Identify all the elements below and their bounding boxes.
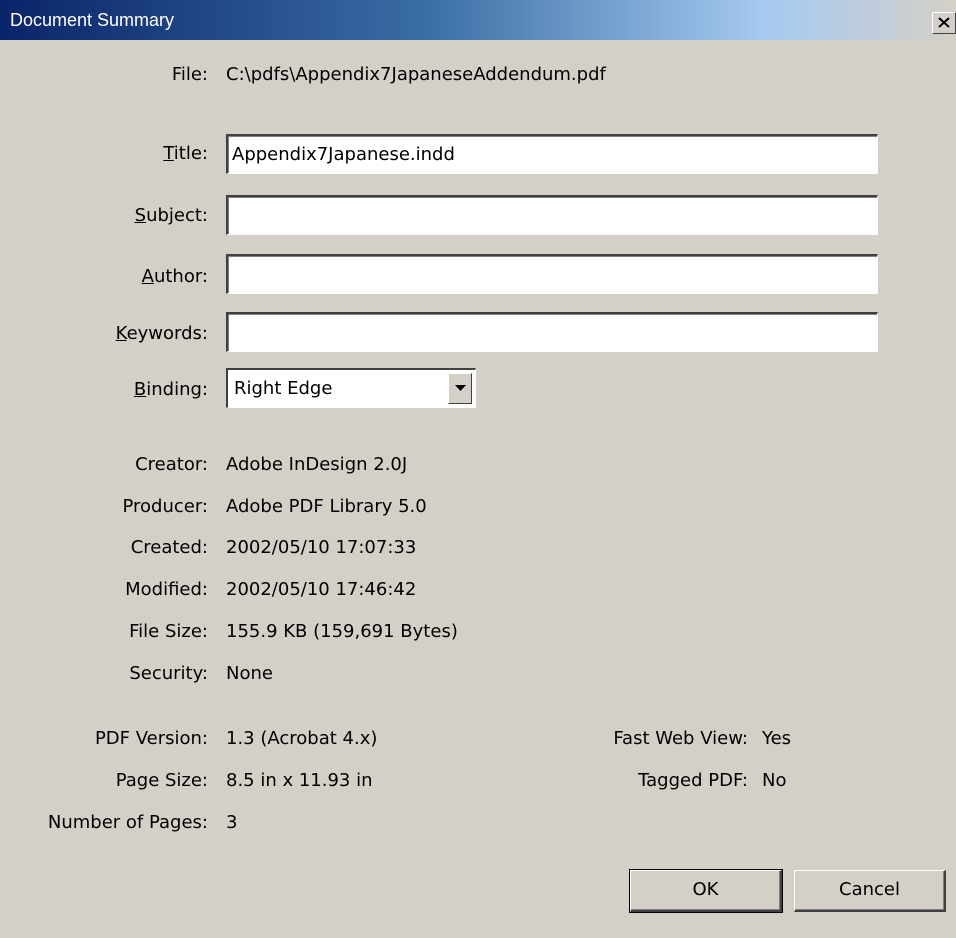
security-value: None [226, 663, 273, 684]
document-summary-dialog: Document Summary File: C:\pdfs\Appendix7… [0, 0, 956, 938]
producer-label: Producer: [122, 496, 208, 517]
title-bar[interactable]: Document Summary [0, 0, 956, 40]
binding-label-accel: B [133, 379, 147, 400]
title-field[interactable] [226, 134, 878, 174]
ok-button[interactable]: OK [629, 869, 783, 913]
subject-label-accel: S [134, 205, 147, 226]
author-label-rest: uthor: [153, 266, 208, 287]
binding-label: Binding: [0, 378, 208, 402]
title-label-accel: T [163, 143, 174, 164]
modified-value: 2002/05/10 17:46:42 [226, 579, 417, 600]
modified-label: Modified: [125, 579, 208, 600]
keywords-field[interactable] [226, 312, 878, 352]
created-label: Created: [130, 537, 208, 558]
file-size-label: File Size: [129, 621, 208, 642]
tagged-pdf-value: No [762, 770, 787, 791]
pdf-version-label: PDF Version: [94, 728, 208, 749]
page-size-value: 8.5 in x 11.93 in [226, 770, 373, 791]
fast-web-view-value: Yes [762, 728, 792, 749]
subject-field[interactable] [226, 195, 878, 235]
pdf-version-value: 1.3 (Acrobat 4.x) [226, 728, 378, 749]
creator-value: Adobe InDesign 2.0J [226, 454, 408, 475]
title-label-rest: itle: [173, 143, 208, 164]
title-label: Title: [0, 142, 208, 166]
security-label: Security: [129, 663, 208, 684]
file-label: File: [171, 64, 208, 85]
keywords-label: Keywords: [0, 322, 208, 346]
tagged-pdf-label: Tagged PDF: [638, 770, 748, 791]
binding-dropdown-button[interactable] [448, 373, 472, 404]
file-path: C:\pdfs\Appendix7JapaneseAddendum.pdf [226, 64, 606, 85]
producer-value: Adobe PDF Library 5.0 [226, 496, 427, 517]
subject-label: Subject: [0, 204, 208, 228]
window-title: Document Summary [10, 10, 175, 30]
keywords-label-rest: eywords: [126, 323, 208, 344]
close-x-icon [938, 17, 950, 28]
keywords-label-accel: K [115, 323, 127, 344]
chevron-down-icon [455, 385, 466, 391]
page-size-label: Page Size: [115, 770, 208, 791]
cancel-button[interactable]: Cancel [794, 870, 946, 912]
file-size-value: 155.9 KB (159,691 Bytes) [226, 621, 458, 642]
subject-label-rest: ubject: [146, 205, 208, 226]
binding-label-rest: inding: [146, 379, 208, 400]
author-label-accel: A [141, 266, 154, 287]
author-field[interactable] [226, 254, 878, 294]
number-of-pages-label: Number of Pages: [47, 812, 208, 833]
binding-selected-value: Right Edge [234, 378, 333, 399]
number-of-pages-value: 3 [226, 812, 238, 833]
author-label: Author: [0, 265, 208, 289]
binding-select[interactable]: Right Edge [226, 368, 476, 408]
creator-label: Creator: [135, 454, 208, 475]
created-value: 2002/05/10 17:07:33 [226, 537, 417, 558]
fast-web-view-label: Fast Web View: [613, 728, 748, 749]
close-button[interactable] [932, 12, 956, 34]
